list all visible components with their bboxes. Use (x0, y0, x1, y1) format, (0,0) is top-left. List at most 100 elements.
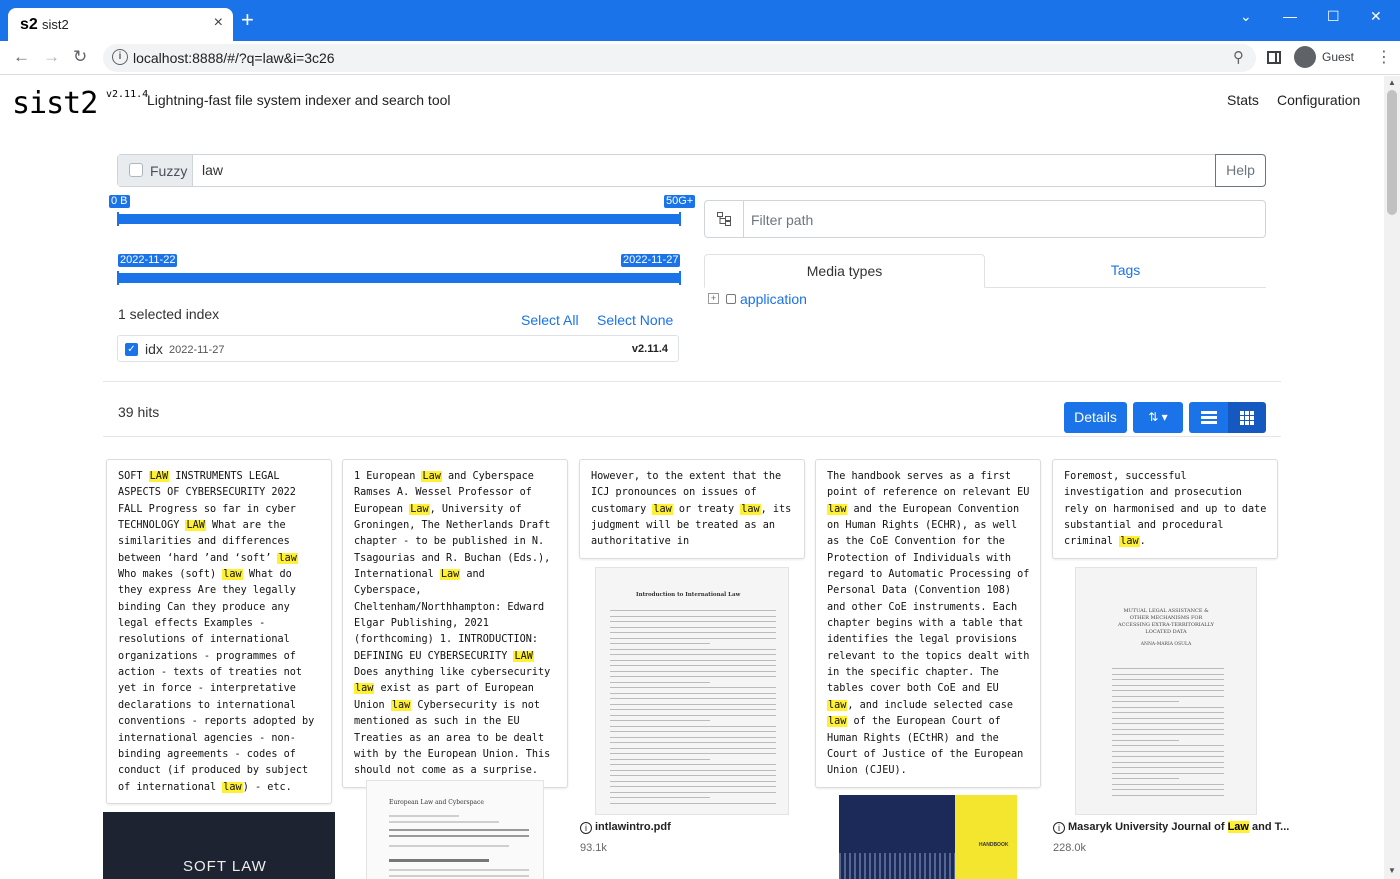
divider (103, 436, 1281, 437)
scroll-thumb[interactable] (1387, 90, 1397, 215)
search-highlight: law (827, 716, 848, 728)
index-version: v2.11.4 (631, 343, 668, 355)
result-file-size: 228.0k (1053, 842, 1087, 854)
date-slider-max-handle[interactable] (679, 271, 681, 285)
path-filter: Filter path (704, 200, 1266, 238)
fuzzy-checkbox[interactable] (129, 163, 143, 177)
doc-line (610, 714, 776, 716)
tab-media-types[interactable]: Media types (704, 254, 985, 288)
address-bar[interactable]: i localhost:8888/#/?q=law&i=3c26 ⚲ (103, 44, 1256, 72)
doc-line (610, 720, 710, 721)
path-filter-input[interactable]: Filter path (751, 212, 813, 228)
brand-version: v2.11.4 (106, 89, 149, 100)
result-file-name[interactable]: i Masaryk University Journal of Law and T… (1053, 821, 1289, 834)
index-name: idx (145, 341, 163, 357)
page-scrollbar[interactable]: ▲ ▼ (1384, 76, 1400, 879)
file-name: intlawintro.pdf (595, 821, 671, 833)
date-slider-min-handle[interactable] (117, 271, 119, 285)
result-card[interactable]: 1 European Law and Cyberspace Ramses A. … (342, 459, 568, 788)
profile-label[interactable]: Guest (1322, 50, 1354, 64)
fuzzy-toggle[interactable]: Fuzzy (118, 155, 193, 186)
scroll-up-icon[interactable]: ▲ (1388, 78, 1396, 87)
soft-law-thumbnail[interactable]: SOFT LAW (103, 812, 335, 879)
search-highlight: LAW (513, 650, 534, 662)
minimize-icon[interactable]: — (1283, 8, 1297, 24)
nav-stats[interactable]: Stats (1227, 92, 1259, 108)
doc-line (610, 791, 776, 793)
size-slider[interactable] (117, 214, 681, 224)
eu-law-thumbnail[interactable]: European Law and Cyberspace (366, 780, 544, 879)
doc-line (610, 615, 776, 617)
file-name-highlight: Law (1227, 821, 1249, 833)
media-type-expand-icon[interactable]: + (708, 293, 719, 304)
doc-line (389, 821, 499, 823)
fuzzy-label: Fuzzy (150, 163, 188, 179)
site-info-icon[interactable]: i (112, 49, 128, 65)
doc-line (610, 681, 710, 683)
new-tab-button[interactable]: + (241, 9, 254, 31)
result-card[interactable]: SOFT LAW INSTRUMENTS LEGAL ASPECTS OF CY… (106, 459, 332, 804)
doc-line (610, 610, 776, 611)
browser-menu-icon[interactable]: ⋮ (1376, 47, 1392, 67)
side-panel-icon[interactable] (1267, 51, 1281, 64)
handbook-thumbnail[interactable]: HANDBOOK (839, 795, 1017, 879)
doc-line (610, 621, 776, 622)
search-highlight: law (1119, 536, 1140, 548)
nav-configuration[interactable]: Configuration (1277, 92, 1360, 108)
doc-line (610, 665, 776, 666)
profile-avatar[interactable] (1294, 46, 1316, 68)
doc-line (1112, 684, 1224, 686)
intlawintro-thumbnail[interactable]: Introduction to International Law (595, 567, 789, 815)
search-input[interactable] (202, 162, 1202, 178)
list-view-button[interactable] (1189, 402, 1228, 433)
thumbnail-text: SOFT LAW (183, 858, 267, 875)
search-highlight: law (827, 503, 848, 515)
info-icon[interactable]: i (580, 822, 592, 834)
address-url[interactable]: localhost:8888/#/?q=law&i=3c26 (133, 50, 335, 66)
doc-line (610, 769, 776, 771)
browser-tab[interactable]: s2 sist2 × (8, 8, 233, 41)
scroll-down-icon[interactable]: ▼ (1388, 866, 1396, 875)
forward-icon[interactable]: → (43, 47, 60, 67)
index-checkbox[interactable]: ✓ (125, 343, 138, 356)
doc-line (610, 637, 776, 639)
media-type-checkbox[interactable] (726, 294, 736, 304)
tab-close-icon[interactable]: × (214, 14, 223, 32)
tab-favicon: s2 (20, 16, 38, 33)
masaryk-thumbnail[interactable]: MUTUAL LEGAL ASSISTANCE & OTHER MECHANIS… (1075, 567, 1257, 815)
result-card[interactable]: The handbook serves as a first point of … (815, 459, 1041, 788)
result-file-name[interactable]: i intlawintro.pdf (580, 821, 671, 834)
path-tree-button[interactable] (705, 201, 744, 237)
select-all-link[interactable]: Select All (521, 312, 579, 328)
result-card[interactable]: Foremost, successful investigation and p… (1052, 459, 1278, 559)
brand-logo[interactable]: sist2 (12, 86, 98, 121)
grid-view-button[interactable] (1228, 402, 1266, 433)
tab-tags[interactable]: Tags (985, 254, 1266, 288)
back-icon[interactable]: ← (13, 47, 30, 67)
zoom-icon[interactable]: ⚲ (1233, 48, 1244, 66)
doc-line (610, 775, 776, 776)
info-icon[interactable]: i (1053, 822, 1065, 834)
details-button[interactable]: Details (1064, 402, 1127, 433)
search-highlight: law (827, 699, 848, 711)
reload-icon[interactable]: ↻ (73, 47, 87, 67)
close-window-icon[interactable]: ✕ (1370, 8, 1382, 25)
doc-line (1112, 668, 1224, 669)
sort-dropdown-button[interactable]: ⇅ ▾ (1133, 402, 1183, 433)
tab-search-chevron-icon[interactable]: ⌄ (1240, 8, 1252, 25)
date-slider[interactable] (117, 273, 681, 283)
index-row[interactable]: ✓ idx 2022-11-27 v2.11.4 (117, 335, 679, 362)
maximize-icon[interactable]: ☐ (1327, 8, 1340, 25)
date-slider-max-label: 2022-11-27 (621, 254, 681, 267)
select-none-link[interactable]: Select None (597, 312, 673, 328)
doc-line (610, 670, 776, 672)
result-snippet: However, to the extent that the ICJ pron… (591, 471, 792, 548)
doc-line (1112, 756, 1224, 757)
help-button[interactable]: Help (1215, 154, 1266, 187)
search-highlight: law (390, 699, 412, 711)
size-slider-max-handle[interactable] (679, 212, 681, 226)
result-card[interactable]: However, to the extent that the ICJ pron… (579, 459, 805, 559)
media-type-label[interactable]: application (740, 291, 807, 307)
search-highlight: Law (439, 569, 461, 581)
size-slider-min-handle[interactable] (117, 212, 119, 226)
